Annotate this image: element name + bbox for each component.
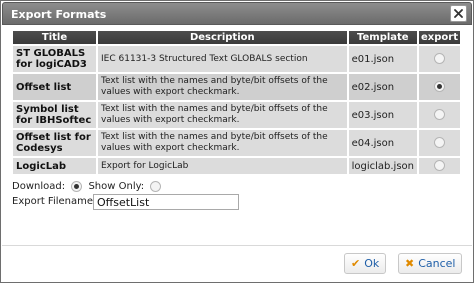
row-title: ST GLOBALS for logiCAD3 — [13, 46, 96, 72]
cancel-label: Cancel — [418, 257, 456, 270]
table-header-row: Title Description Template export — [13, 31, 460, 44]
row-title: Symbol list for IBHSoftec — [13, 102, 96, 128]
row-export-cell — [419, 74, 460, 100]
row-description: Text list with the names and byte/bit of… — [98, 74, 347, 100]
export-radio[interactable] — [434, 81, 445, 92]
dialog-titlebar[interactable]: Export Formats — [2, 2, 472, 25]
footer-divider — [2, 245, 472, 246]
export-formats-dialog: Export Formats Title Description Templat… — [0, 0, 474, 283]
table-row[interactable]: LogicLab Export for LogicLab logiclab.js… — [13, 158, 460, 174]
table-row[interactable]: Offset list for Codesys Text list with t… — [13, 130, 460, 156]
filename-input[interactable] — [93, 194, 239, 210]
row-export-cell — [419, 46, 460, 72]
col-export-header: export — [419, 31, 460, 44]
col-title-header: Title — [13, 31, 96, 44]
row-template: e03.json — [348, 102, 417, 128]
ok-button[interactable]: ✔ Ok — [344, 253, 387, 274]
output-mode-options: Download: Show Only: — [12, 181, 162, 193]
row-template: e04.json — [348, 130, 417, 156]
export-radio[interactable] — [434, 160, 445, 171]
row-template: logiclab.json — [348, 158, 417, 174]
export-radio[interactable] — [434, 137, 445, 148]
row-description: Export for LogicLab — [98, 158, 347, 174]
export-radio[interactable] — [434, 53, 445, 64]
cancel-button[interactable]: ✖ Cancel — [398, 253, 463, 274]
export-radio[interactable] — [434, 109, 445, 120]
row-export-cell — [419, 130, 460, 156]
close-icon — [454, 9, 463, 18]
row-title: Offset list — [13, 74, 96, 100]
row-description: IEC 61131-3 Structured Text GLOBALS sect… — [98, 46, 347, 72]
download-label: Download: — [12, 181, 66, 192]
row-description: Text list with the names and byte/bit of… — [98, 130, 347, 156]
row-title: Offset list for Codesys — [13, 130, 96, 156]
cross-icon: ✖ — [405, 257, 415, 270]
filename-label: Export Filename: — [12, 196, 97, 207]
row-template: e02.json — [348, 74, 417, 100]
row-title: LogicLab — [13, 158, 96, 174]
row-template: e01.json — [348, 46, 417, 72]
col-template-header: Template — [348, 31, 417, 44]
row-export-cell — [419, 102, 460, 128]
formats-table: Title Description Template export ST GLO… — [11, 29, 462, 176]
row-export-cell — [419, 158, 460, 174]
row-description: Text list with the names and byte/bit of… — [98, 102, 347, 128]
checkmark-icon: ✔ — [351, 257, 361, 270]
dialog-title: Export Formats — [11, 8, 107, 21]
table-row[interactable]: Offset list Text list with the names and… — [13, 74, 460, 100]
col-description-header: Description — [98, 31, 347, 44]
close-button[interactable] — [450, 5, 467, 22]
table-row[interactable]: Symbol list for IBHSoftec Text list with… — [13, 102, 460, 128]
download-radio[interactable] — [71, 181, 83, 192]
show-only-radio[interactable] — [150, 181, 162, 192]
table-row[interactable]: ST GLOBALS for logiCAD3 IEC 61131-3 Stru… — [13, 46, 460, 72]
ok-label: Ok — [364, 257, 380, 270]
show-only-label: Show Only: — [88, 181, 145, 192]
